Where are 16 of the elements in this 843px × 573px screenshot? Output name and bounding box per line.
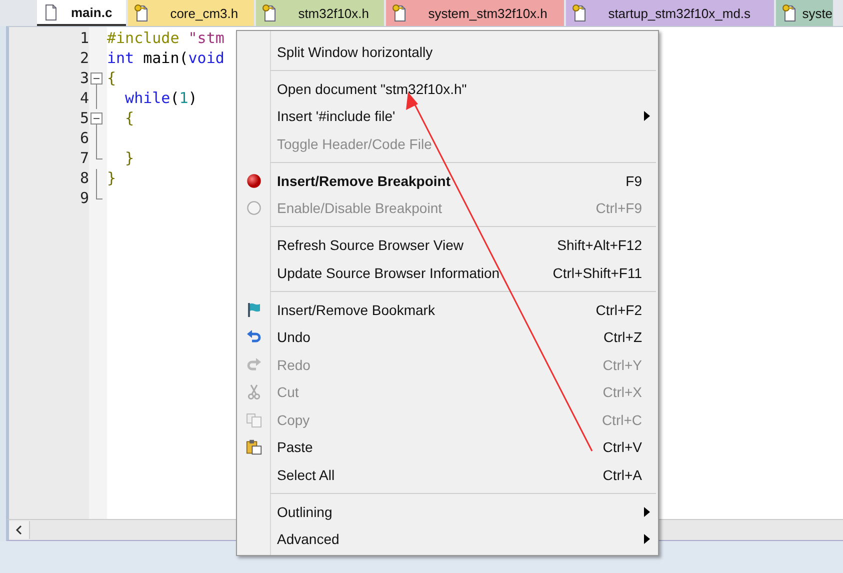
line-number: 1 <box>78 29 89 49</box>
line-number: 9 <box>78 189 89 209</box>
line-number: 8 <box>78 169 89 189</box>
code-line: while(1) <box>124 89 198 107</box>
code-line: { <box>124 109 134 127</box>
code-line: int main(void <box>107 49 224 67</box>
code-line: #include "stm <box>107 29 224 47</box>
code-line: { <box>107 69 116 87</box>
line-number: 2 <box>78 49 89 69</box>
line-number: 6 <box>78 129 89 149</box>
line-number: 3 <box>78 69 89 89</box>
line-number: 4 <box>78 89 89 109</box>
line-number: 7 <box>78 149 89 169</box>
line-number: 5 <box>78 109 89 129</box>
code-line: } <box>107 169 116 187</box>
code-line: } <box>124 149 134 167</box>
